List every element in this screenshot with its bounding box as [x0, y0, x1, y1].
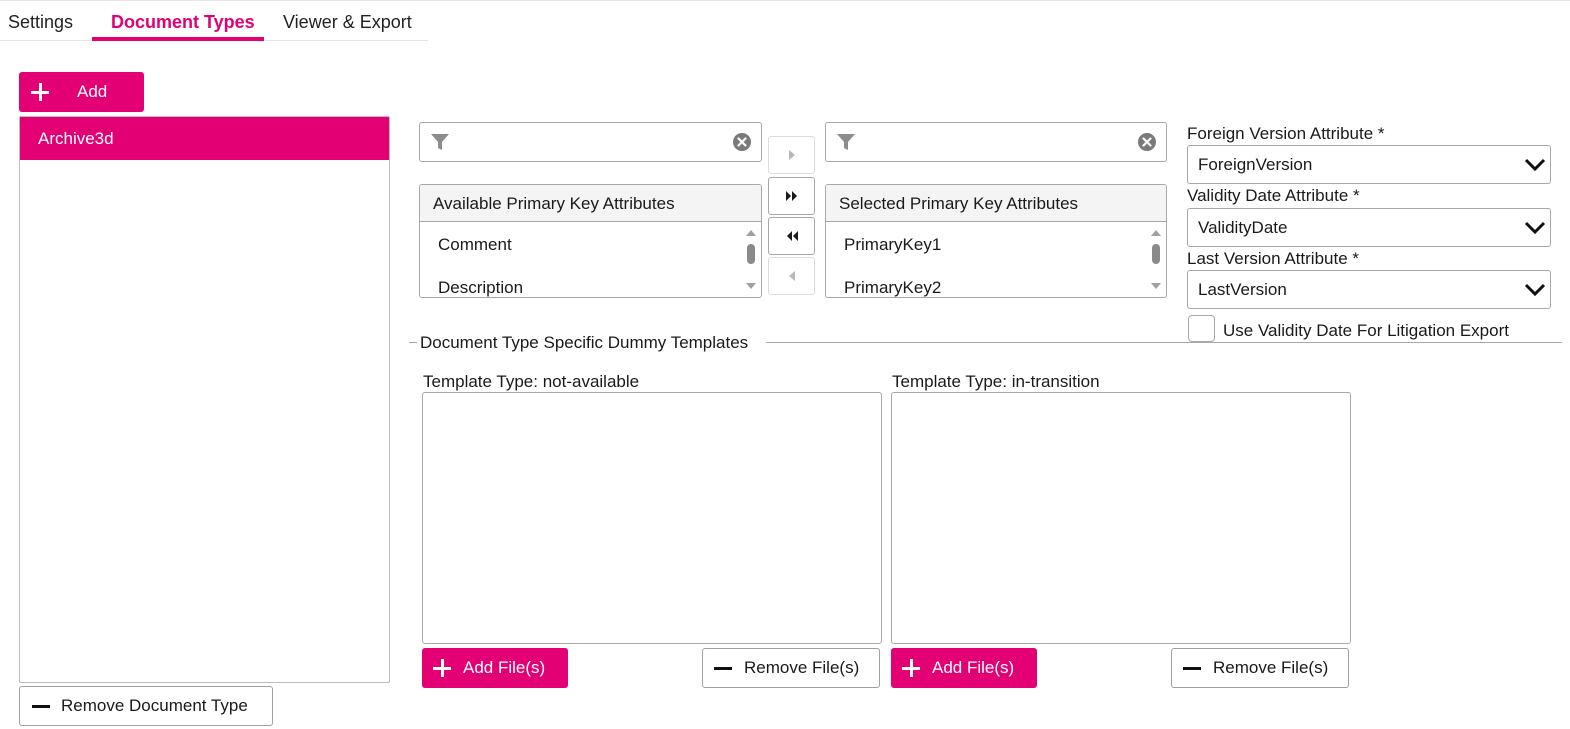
add-files-not-available-button[interactable]: Add File(s) [422, 648, 568, 688]
chevron-down-icon [1524, 221, 1546, 235]
remove-document-type-button[interactable]: Remove Document Type [19, 686, 273, 726]
foreign-version-select[interactable]: ForeignVersion [1187, 145, 1551, 184]
selected-filter-input[interactable] [866, 129, 1130, 157]
available-attributes-list[interactable]: Available Primary Key Attributes Comment… [419, 184, 762, 298]
selected-attributes-list[interactable]: Selected Primary Key Attributes PrimaryK… [825, 184, 1167, 298]
available-list-header: Available Primary Key Attributes [420, 185, 761, 222]
remove-files-not-available-button[interactable]: Remove File(s) [702, 648, 880, 688]
add-files-in-transition-button[interactable]: Add File(s) [891, 648, 1037, 688]
document-type-list[interactable]: Archive3d [19, 116, 390, 683]
plus-icon [31, 83, 49, 101]
caret-left-icon [788, 271, 795, 281]
move-left-button[interactable] [768, 257, 815, 295]
last-version-select[interactable]: LastVersion [1187, 270, 1551, 309]
plus-icon [433, 659, 451, 677]
use-validity-date-label: Use Validity Date For Litigation Export [1223, 321, 1509, 340]
filter-icon [431, 134, 449, 150]
add-button-label: Add [77, 82, 108, 101]
move-all-right-button[interactable] [768, 177, 815, 215]
list-item[interactable]: Description [438, 278, 523, 297]
clear-icon[interactable] [1137, 132, 1157, 152]
available-filter-input[interactable] [460, 129, 724, 157]
tab-settings[interactable]: Settings [8, 10, 73, 40]
validity-date-value: ValidityDate [1198, 218, 1288, 237]
remove-button-label: Remove Document Type [61, 696, 248, 715]
foreign-version-value: ForeignVersion [1198, 155, 1313, 174]
add-files-label: Add File(s) [932, 658, 1015, 677]
clear-icon[interactable] [732, 132, 752, 152]
scrollbar[interactable] [745, 227, 757, 295]
minus-icon [714, 659, 732, 677]
not-available-template-label: Template Type: not-available [423, 372, 640, 391]
active-tab-indicator [92, 37, 264, 41]
caret-right-icon [788, 150, 795, 160]
list-item[interactable]: PrimaryKey1 [844, 235, 941, 255]
in-transition-file-list[interactable] [891, 392, 1351, 644]
foreign-version-label: Foreign Version Attribute * [1187, 124, 1385, 143]
move-right-button[interactable] [768, 136, 815, 174]
available-filter-field[interactable] [419, 122, 762, 162]
tab-document-types[interactable]: Document Types [111, 10, 255, 40]
list-item[interactable]: Comment [438, 235, 512, 255]
list-item[interactable]: PrimaryKey2 [844, 278, 941, 297]
double-caret-right-icon [785, 191, 797, 201]
scrollbar[interactable] [1150, 227, 1162, 295]
section-border [409, 342, 417, 343]
list-item[interactable]: Archive3d [20, 117, 389, 160]
minus-icon [32, 697, 50, 715]
minus-icon [1183, 659, 1201, 677]
validity-date-label: Validity Date Attribute * [1187, 186, 1360, 205]
tab-viewer-export[interactable]: Viewer & Export [283, 10, 412, 40]
selected-filter-field[interactable] [825, 122, 1167, 162]
add-files-label: Add File(s) [463, 658, 546, 677]
in-transition-template-label: Template Type: in-transition [892, 372, 1100, 391]
validity-date-select[interactable]: ValidityDate [1187, 208, 1551, 247]
selected-list-header: Selected Primary Key Attributes [826, 185, 1166, 222]
last-version-value: LastVersion [1198, 280, 1287, 299]
section-border [766, 342, 1562, 343]
not-available-file-list[interactable] [422, 392, 882, 644]
double-caret-left-icon [786, 231, 798, 241]
templates-section-title: Document Type Specific Dummy Templates [420, 333, 749, 352]
use-validity-date-checkbox[interactable] [1188, 315, 1215, 342]
plus-icon [902, 659, 920, 677]
remove-files-label: Remove File(s) [1213, 658, 1329, 677]
last-version-label: Last Version Attribute * [1187, 249, 1359, 268]
move-all-left-button[interactable] [768, 217, 815, 255]
chevron-down-icon [1524, 158, 1546, 172]
chevron-down-icon [1524, 283, 1546, 297]
remove-files-in-transition-button[interactable]: Remove File(s) [1171, 648, 1349, 688]
filter-icon [837, 134, 855, 150]
remove-files-label: Remove File(s) [744, 658, 860, 677]
add-document-type-button[interactable]: Add [19, 72, 144, 112]
top-border [0, 0, 1570, 1]
